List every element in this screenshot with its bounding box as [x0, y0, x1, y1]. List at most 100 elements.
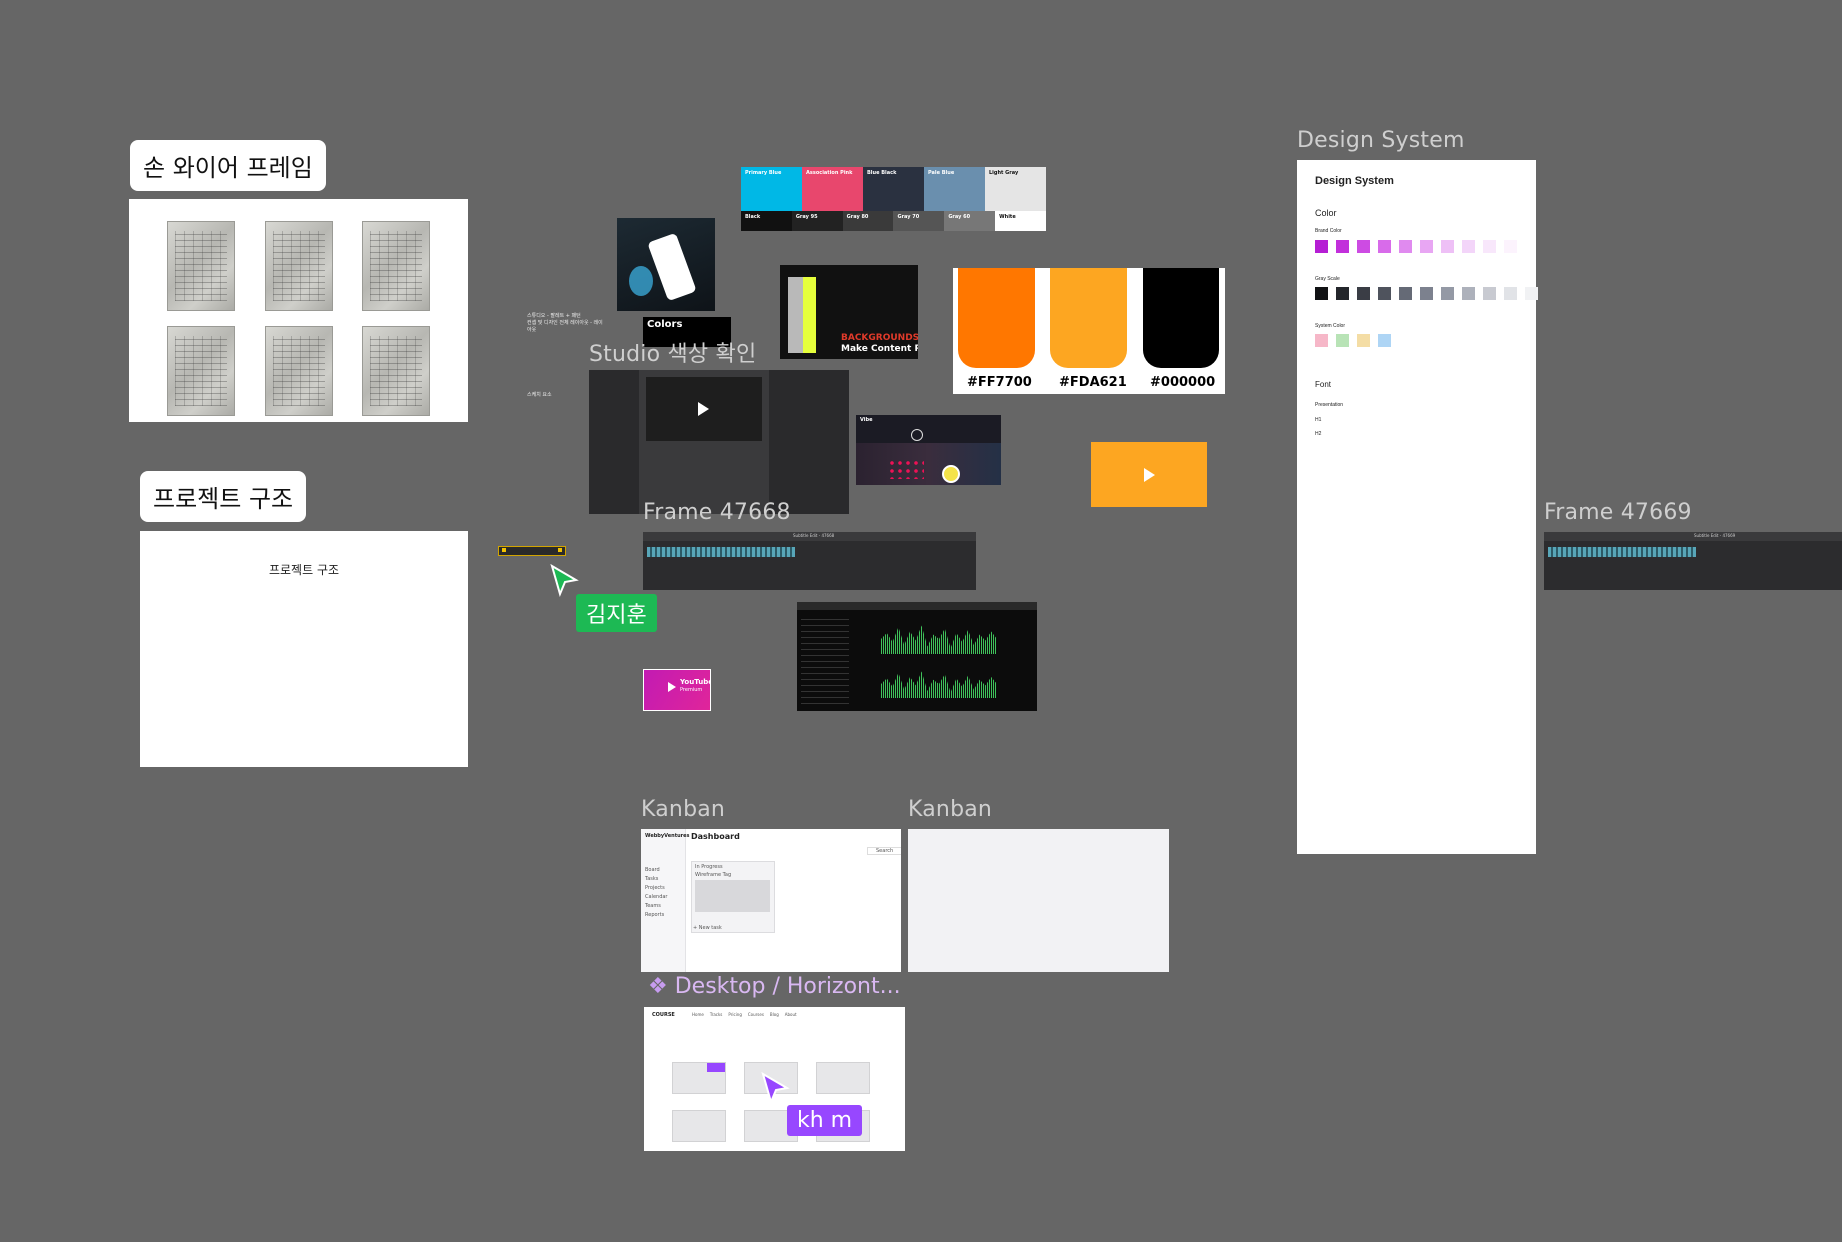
design-system-frame[interactable]: Design System Color Brand Color Gray Sca…	[1297, 160, 1538, 854]
frame-title: Subtitle Edit - 47668	[793, 533, 835, 538]
kanban-card[interactable]: In Progress Wireframe Tag	[691, 861, 775, 933]
section-project-structure-label[interactable]: 프로젝트 구조	[140, 471, 307, 522]
frame-title: Subtitle Edit - 47669	[1694, 533, 1736, 538]
color-swatch[interactable]	[1441, 287, 1454, 300]
color-swatch[interactable]	[1357, 287, 1370, 300]
color-swatch[interactable]	[1357, 240, 1370, 253]
color-swatch[interactable]	[1336, 287, 1349, 300]
desktop-nav-item[interactable]: Pricing	[728, 1012, 741, 1017]
color-swatch[interactable]	[1336, 240, 1349, 253]
color-swatch[interactable]	[1441, 240, 1454, 253]
video-player[interactable]	[646, 377, 762, 441]
kanban-nav-item[interactable]: Calendar	[645, 894, 683, 900]
color-swatch[interactable]	[1315, 287, 1328, 300]
mobile-app-image[interactable]	[617, 218, 715, 311]
card-badge	[707, 1063, 725, 1072]
course-card[interactable]	[816, 1062, 870, 1094]
color-swatch[interactable]	[1315, 240, 1328, 253]
color-swatch[interactable]	[1378, 334, 1391, 347]
video-timeline[interactable]	[1548, 547, 1696, 557]
kanban-nav-item[interactable]: Reports	[645, 912, 683, 918]
video-timeline[interactable]	[647, 547, 795, 557]
studio-frame[interactable]	[589, 370, 849, 514]
color-swatch[interactable]	[1399, 287, 1412, 300]
palette-swatch-label: Pale Blue	[928, 170, 955, 176]
frame-label-kanban[interactable]: Kanban	[641, 797, 725, 822]
handle-dot	[502, 548, 506, 552]
course-card[interactable]	[672, 1110, 726, 1142]
play-icon[interactable]	[698, 402, 709, 416]
sticky-note[interactable]: 스케치 요소	[527, 391, 552, 398]
kanban-add-task[interactable]: + New task	[693, 925, 722, 931]
system-color-row	[1315, 334, 1525, 356]
kanban-frame[interactable]: WebbyVentures Board Tasks Projects Calendar…	[641, 829, 901, 972]
ds-brand-label: Brand Color	[1315, 228, 1342, 234]
color-swatch[interactable]	[1399, 240, 1412, 253]
frame-label-desktop-horizontal[interactable]: ❖ Desktop / Horizont...	[648, 974, 901, 999]
desktop-nav-item[interactable]: Courses	[748, 1012, 764, 1017]
cursor-arrow-icon	[550, 564, 579, 598]
hand-wireframe-frame[interactable]	[129, 199, 468, 422]
resize-handle[interactable]	[498, 546, 566, 556]
course-card[interactable]	[672, 1062, 726, 1094]
color-swatch[interactable]	[1504, 287, 1517, 300]
desktop-nav-item[interactable]: About	[785, 1012, 797, 1017]
color-swatch[interactable]	[1525, 287, 1538, 300]
waveform-bottom[interactable]	[881, 671, 997, 698]
frame-label-studio[interactable]: Studio 색상 확인	[589, 336, 756, 368]
note-line: 스튜디오 - 팔레트 + 패턴	[527, 313, 581, 319]
color-swatch[interactable]	[1378, 287, 1391, 300]
project-structure-frame[interactable]: 프로젝트 구조	[140, 531, 468, 767]
backgrounds-card[interactable]: BACKGROUNDS Make Content P	[780, 265, 918, 359]
color-swatch[interactable]	[1357, 334, 1370, 347]
kanban-frame-empty[interactable]	[908, 829, 1169, 972]
knob-icon[interactable]	[942, 465, 960, 483]
color-swatch[interactable]	[1420, 287, 1433, 300]
pad-grid[interactable]	[888, 459, 924, 479]
color-swatch[interactable]	[1462, 287, 1475, 300]
frame-47668[interactable]: Subtitle Edit - 47668	[643, 532, 976, 590]
frame-label-design-system[interactable]: Design System	[1297, 128, 1465, 153]
palette-swatch: Gray 95	[791, 211, 843, 231]
ds-h2: H2	[1315, 431, 1322, 437]
waveform-top[interactable]	[881, 625, 997, 654]
palette-swatch-label: Gray 60	[948, 214, 971, 220]
kanban-nav-item[interactable]: Teams	[645, 903, 683, 909]
play-button-component[interactable]	[1091, 442, 1207, 507]
frame-47669[interactable]: Subtitle Edit - 47669	[1544, 532, 1842, 590]
frame-label-47669[interactable]: Frame 47669	[1544, 500, 1692, 525]
audio-editor-image[interactable]	[797, 602, 1037, 711]
color-swatch[interactable]	[1315, 334, 1328, 347]
desktop-nav-item[interactable]: Tracks	[710, 1012, 723, 1017]
color-swatch[interactable]	[1336, 334, 1349, 347]
kanban-search[interactable]: Search	[867, 847, 901, 855]
kanban-nav-item[interactable]: Tasks	[645, 876, 683, 882]
palette-strip[interactable]: Primary Blue Association Pink Blue Black Pa…	[741, 167, 1046, 231]
brand-swatches-frame[interactable]: #FF7700 #FDA621 #000000	[953, 268, 1225, 394]
kanban-nav-item[interactable]: Projects	[645, 885, 683, 891]
desktop-nav: Home Tracks Pricing Courses Blog About	[692, 1012, 797, 1017]
swatch-amber	[1050, 268, 1127, 368]
ds-gray-label: Gray Scale	[1315, 276, 1340, 282]
palette-row-gray: Black Gray 95 Gray 80 Gray 70 Gray 60 White	[741, 211, 1046, 231]
desktop-nav-item[interactable]: Home	[692, 1012, 704, 1017]
color-swatch[interactable]	[1483, 287, 1496, 300]
play-icon[interactable]	[1144, 468, 1155, 482]
color-swatch[interactable]	[1378, 240, 1391, 253]
color-swatch[interactable]	[1462, 240, 1475, 253]
kanban-logo: WebbyVentures	[645, 833, 690, 839]
youtube-card[interactable]: YouTube Premium	[643, 669, 711, 711]
color-swatch[interactable]	[1420, 240, 1433, 253]
frame-label-47668[interactable]: Frame 47668	[643, 500, 791, 525]
music-app-image[interactable]: Vibe	[856, 415, 1001, 485]
phone-shape	[647, 232, 697, 302]
frame-label-kanban[interactable]: Kanban	[908, 797, 992, 822]
section-hand-wireframe-label[interactable]: 손 와이어 프레임	[130, 140, 326, 191]
component-icon: ❖	[648, 974, 668, 999]
desktop-nav-item[interactable]: Blog	[770, 1012, 779, 1017]
color-swatch[interactable]	[1504, 240, 1517, 253]
sticky-note[interactable]: 스튜디오 - 팔레트 + 패턴 컨셉 및 디자인 전체 레이아웃 - 레이아웃	[527, 313, 607, 334]
kanban-nav-item[interactable]: Board	[645, 867, 683, 873]
palette-swatch-label: Association Pink	[806, 170, 853, 176]
color-swatch[interactable]	[1483, 240, 1496, 253]
